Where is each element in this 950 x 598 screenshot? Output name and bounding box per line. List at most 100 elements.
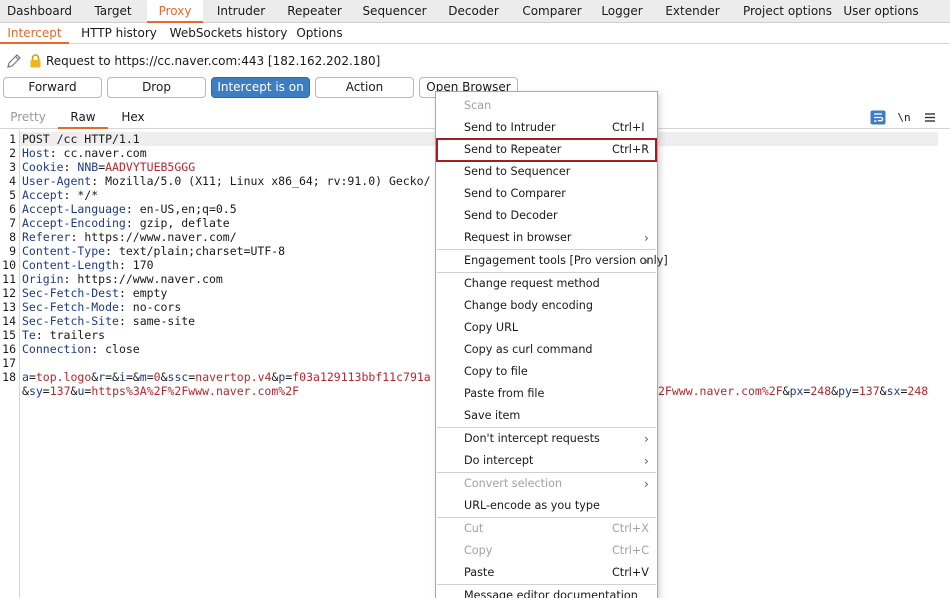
menu-item-request-in-browser[interactable]: Request in browser › xyxy=(436,227,657,249)
request-line-text: Origin: https://www.naver.com xyxy=(22,272,223,286)
menu-item-copy-as-curl-command[interactable]: Copy as curl command xyxy=(436,339,657,361)
request-line-text: Cookie: NNB=AADVYTUEB5GGG xyxy=(22,160,196,174)
shortcut-label: Ctrl+I xyxy=(612,121,645,134)
request-line-text: a=top.logo&r=&i=&m=0&ssc=navertop.v4&p=f… xyxy=(22,370,431,384)
line-number: 15 xyxy=(2,328,16,342)
top-tab-intruder[interactable]: Intruder xyxy=(203,0,279,23)
top-tab-comparer[interactable]: Comparer xyxy=(508,0,596,23)
request-target-info: Request to https://cc.naver.com:443 [182… xyxy=(46,54,381,68)
top-tab-proxy[interactable]: Proxy xyxy=(147,0,203,23)
menu-item-send-to-repeater[interactable]: Send to Repeater Ctrl+R xyxy=(436,138,657,162)
line-number: 1 xyxy=(9,132,16,146)
menu-item-change-request-method[interactable]: Change request method xyxy=(436,273,657,295)
request-line-text: Sec-Fetch-Site: same-site xyxy=(22,314,196,328)
line-number: 5 xyxy=(9,188,16,202)
request-line-text: Accept-Language: en-US,en;q=0.5 xyxy=(22,202,237,216)
menu-item-save-item[interactable]: Save item xyxy=(436,405,657,427)
chevron-right-icon: › xyxy=(644,454,649,468)
tab-pretty[interactable]: Pretty xyxy=(0,107,56,129)
pencil-icon[interactable] xyxy=(6,53,22,69)
chevron-right-icon: › xyxy=(644,254,649,268)
request-line-text: Host: cc.naver.com xyxy=(22,146,147,160)
top-tab-user-options[interactable]: User options xyxy=(838,0,924,23)
request-line-text: Content-Length: 170 xyxy=(22,258,154,272)
line-number: 17 xyxy=(2,356,16,370)
menu-item-scan: Scan xyxy=(464,99,492,112)
tab-intercept[interactable]: Intercept xyxy=(0,23,69,44)
top-tab-sequencer[interactable]: Sequencer xyxy=(350,0,439,23)
request-line-text: Te: trailers xyxy=(22,328,106,342)
line-number: 14 xyxy=(2,314,16,328)
menu-item-send-to-comparer[interactable]: Send to Comparer xyxy=(436,183,657,205)
menu-item-send-to-intruder[interactable]: Send to Intruder Ctrl+I xyxy=(436,117,657,139)
line-number: 8 xyxy=(9,230,16,244)
menu-item-send-to-sequencer[interactable]: Send to Sequencer xyxy=(436,161,657,183)
request-line-text: Sec-Fetch-Dest: empty xyxy=(22,286,168,300)
shortcut-label: Ctrl+V xyxy=(612,566,649,579)
lock-icon xyxy=(30,54,41,68)
intercept-toggle-button[interactable]: Intercept is on xyxy=(211,77,310,98)
menu-item-message-editor-documentation[interactable]: Message editor documentation xyxy=(436,585,657,598)
request-line-text: User-Agent: Mozilla/5.0 (X11; Linux x86_… xyxy=(22,174,431,188)
request-line-text: Referer: https://www.naver.com/ xyxy=(22,230,237,244)
proxy-sub-tab-bar: Intercept HTTP history WebSockets history O… xyxy=(0,23,950,44)
request-line-text: Accept: */* xyxy=(22,188,99,202)
action-button[interactable]: Action xyxy=(315,77,414,98)
menu-item-paste[interactable]: Paste Ctrl+V xyxy=(436,562,657,584)
line-number: 13 xyxy=(2,300,16,314)
tab-websockets-history[interactable]: WebSockets history xyxy=(169,23,288,44)
drop-button[interactable]: Drop xyxy=(107,77,206,98)
menu-item-copy-url[interactable]: Copy URL xyxy=(436,317,657,339)
top-tab-decoder[interactable]: Decoder xyxy=(439,0,508,23)
top-tab-repeater[interactable]: Repeater xyxy=(279,0,350,23)
request-body-tail: 2Fwww.naver.com%2F&px=248&py=137&sx=248 xyxy=(658,384,929,398)
top-tab-extender[interactable]: Extender xyxy=(648,0,737,23)
menu-item-do-intercept[interactable]: Do intercept › xyxy=(436,450,657,472)
line-number: 9 xyxy=(9,244,16,258)
wrap-lines-icon[interactable] xyxy=(870,110,886,125)
line-number: 16 xyxy=(2,342,16,356)
line-number: 4 xyxy=(9,174,16,188)
context-menu: Scan Send to Intruder Ctrl+I Send to Repeat… xyxy=(435,91,668,598)
request-line-text: POST /cc HTTP/1.1 xyxy=(22,132,140,146)
tab-raw[interactable]: Raw xyxy=(58,107,108,129)
top-tab-project-options[interactable]: Project options xyxy=(737,0,838,23)
line-number: 6 xyxy=(9,202,16,216)
request-line-text: &sy=137&u=https%3A%2F%2Fwww.naver.com%2F xyxy=(22,384,300,398)
request-line-text: Sec-Fetch-Mode: no-cors xyxy=(22,300,182,314)
tab-hex[interactable]: Hex xyxy=(110,107,156,129)
newline-toggle[interactable]: \n xyxy=(896,110,912,125)
hamburger-menu-icon[interactable] xyxy=(922,110,938,125)
request-line-text: Connection: close xyxy=(22,342,140,356)
menu-item-don-t-intercept-requests[interactable]: Don't intercept requests › xyxy=(436,428,657,450)
line-number: 7 xyxy=(9,216,16,230)
tab-http-history[interactable]: HTTP history xyxy=(69,23,169,44)
line-number: 12 xyxy=(2,286,16,300)
menu-item-convert-selection: Convert selection › xyxy=(436,473,657,495)
line-number: 3 xyxy=(9,160,16,174)
menu-item-change-body-encoding[interactable]: Change body encoding xyxy=(436,295,657,317)
menu-item-send-to-decoder[interactable]: Send to Decoder xyxy=(436,205,657,227)
menu-item-engagement-tools-pro-version-only[interactable]: Engagement tools [Pro version only] › xyxy=(436,250,668,272)
tab-options[interactable]: Options xyxy=(288,23,351,44)
menu-item-url-encode-as-you-type[interactable]: URL-encode as you type xyxy=(436,495,657,517)
top-tab-bar: Dashboard Target Proxy Intruder Repeater Sequ… xyxy=(0,0,950,23)
top-tab-logger[interactable]: Logger xyxy=(596,0,648,23)
request-line-text: Accept-Encoding: gzip, deflate xyxy=(22,216,230,230)
menu-item-paste-from-file[interactable]: Paste from file xyxy=(436,383,657,405)
top-tab-target[interactable]: Target xyxy=(79,0,147,23)
line-number: 11 xyxy=(2,272,16,286)
menu-item-copy-to-file[interactable]: Copy to file xyxy=(436,361,657,383)
forward-button[interactable]: Forward xyxy=(3,77,102,98)
menu-item-copy: Copy Ctrl+C xyxy=(436,540,657,562)
shortcut-label: Ctrl+X xyxy=(612,522,649,535)
line-number: 2 xyxy=(9,146,16,160)
chevron-right-icon: › xyxy=(644,231,649,245)
top-tab-dashboard[interactable]: Dashboard xyxy=(0,0,79,23)
chevron-right-icon: › xyxy=(644,432,649,446)
chevron-right-icon: › xyxy=(644,477,649,491)
menu-item-cut: Cut Ctrl+X xyxy=(436,518,657,540)
request-line-text: Content-Type: text/plain;charset=UTF-8 xyxy=(22,244,286,258)
shortcut-label: Ctrl+R xyxy=(612,143,650,156)
line-number: 10 xyxy=(2,258,16,272)
